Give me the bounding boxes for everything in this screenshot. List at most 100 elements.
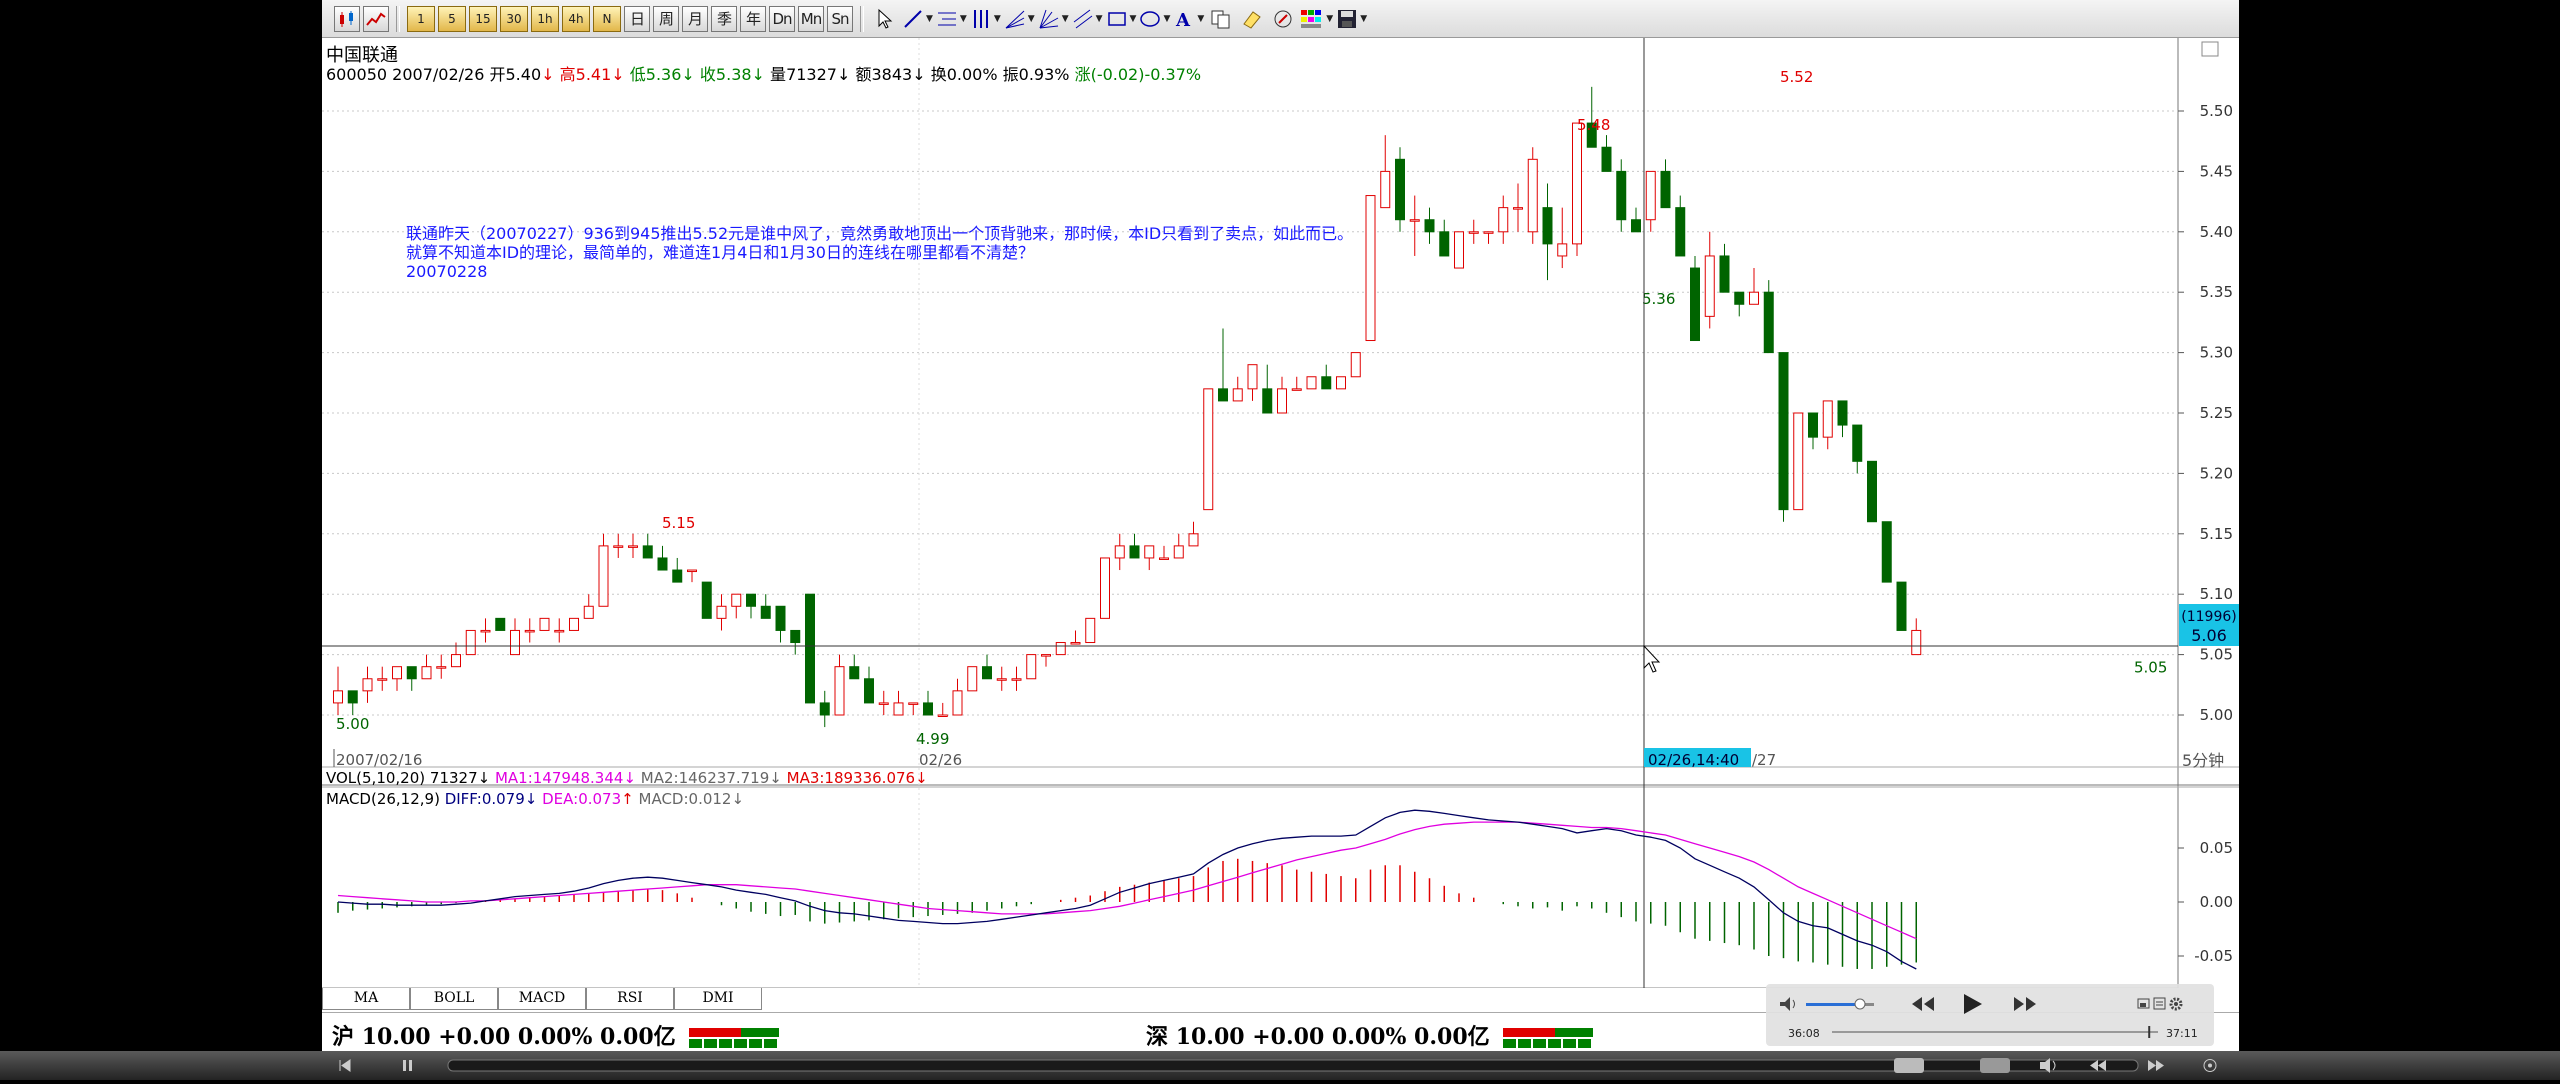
candle-body xyxy=(1100,557,1110,619)
sz-breadth-bars xyxy=(1503,1028,1594,1048)
period-30min-button[interactable]: 30 xyxy=(500,5,528,32)
arrow-down-icon: ↓ xyxy=(541,65,555,84)
period-quarter-button[interactable]: 季 xyxy=(711,5,737,32)
diff-line xyxy=(337,809,1917,970)
toolbar-separator xyxy=(396,5,400,32)
candle-body xyxy=(362,678,373,692)
period-week-button[interactable]: 周 xyxy=(653,5,679,32)
fast-forward-icon[interactable] xyxy=(2014,997,2036,1011)
candle-body xyxy=(1808,412,1818,438)
gann-fan-tool-icon[interactable]: ▼ xyxy=(1038,6,1069,32)
rewind-icon[interactable] xyxy=(1912,997,1934,1011)
price-annotation: 5.05 xyxy=(2134,659,2167,677)
amplitude-value: 0.93% xyxy=(1018,65,1070,84)
macd-tick-label: 0.00 xyxy=(2200,893,2233,911)
arrow-down-icon: ↓ xyxy=(751,65,765,84)
tab-ma[interactable]: MA xyxy=(322,988,410,1010)
line-chart-icon[interactable] xyxy=(363,5,389,32)
text-tool-icon[interactable]: A ▼ xyxy=(1173,6,1204,32)
palette-icon[interactable]: ▼ xyxy=(1300,6,1333,32)
candle-body xyxy=(746,593,756,607)
candlestick-chart-icon[interactable] xyxy=(334,5,360,32)
cursor-icon[interactable] xyxy=(871,6,899,32)
secondary-slider-thumb[interactable] xyxy=(1980,1058,2010,1073)
period-15min-button[interactable]: 15 xyxy=(469,5,497,32)
line-tool-icon[interactable]: ▼ xyxy=(902,6,933,32)
candle-body xyxy=(642,545,653,559)
period-day-button[interactable]: 日 xyxy=(624,5,650,32)
period-dn-button[interactable]: Dn xyxy=(769,5,795,32)
period-year-button[interactable]: 年 xyxy=(740,5,766,32)
player-seek-thumb[interactable] xyxy=(2148,1026,2151,1038)
period-1min-button[interactable]: 1 xyxy=(407,5,435,32)
candle-body xyxy=(1055,642,1066,656)
low-label: 低 xyxy=(629,65,646,84)
candle-body xyxy=(908,702,919,705)
rectangle-tool-icon[interactable]: ▼ xyxy=(1106,6,1136,32)
tab-macd[interactable]: MACD xyxy=(498,988,586,1010)
tab-boll[interactable]: BOLL xyxy=(410,988,498,1010)
vol-label: VOL(5,10,20) xyxy=(326,769,426,787)
macd-indicator-line: MACD(26,12,9) DIFF:0.079↓ DEA:0.073↑ MAC… xyxy=(326,790,745,808)
tab-dmi[interactable]: DMI xyxy=(674,988,762,1010)
fast-forward-icon[interactable] xyxy=(2148,1060,2164,1071)
candle-body xyxy=(1763,291,1774,354)
eraser-icon[interactable] xyxy=(1238,6,1266,32)
candle-body xyxy=(849,666,860,680)
brush-icon[interactable] xyxy=(1269,6,1297,32)
tab-rsi[interactable]: RSI xyxy=(586,988,674,1010)
play-icon[interactable] xyxy=(1964,994,1982,1014)
fullscreen-icon[interactable] xyxy=(2203,1059,2217,1072)
toolbar: 1 5 15 30 1h 4h N 日 周 月 季 年 Dn Mn Sn ▼ ▼… xyxy=(322,0,2239,38)
candle-body xyxy=(1498,207,1509,233)
arrow-down-icon: ↓ xyxy=(836,65,851,84)
close-value: 5.38 xyxy=(715,65,752,84)
volume-label: 量 xyxy=(770,65,787,84)
bottom-player-bar xyxy=(0,1051,2560,1080)
low-value: 5.36 xyxy=(645,65,682,84)
candle-body xyxy=(1616,170,1627,221)
ellipse-tool-icon[interactable]: ▼ xyxy=(1139,6,1170,32)
previous-icon[interactable] xyxy=(339,1059,351,1072)
sh-label: 沪 xyxy=(332,1024,355,1050)
arrow-down-icon: ↓ xyxy=(912,65,926,84)
period-4h-button[interactable]: 4h xyxy=(562,5,590,32)
macd-value: MACD:0.012 xyxy=(638,790,732,808)
period-custom-button[interactable]: N xyxy=(593,5,621,32)
horizontal-line-tool-icon[interactable]: ▼ xyxy=(936,6,967,32)
parallel-lines-tool-icon[interactable]: ▼ xyxy=(1072,6,1103,32)
period-month-button[interactable]: 月 xyxy=(682,5,708,32)
vertical-lines-tool-icon[interactable]: ▼ xyxy=(970,6,1001,32)
price-annotation: 5.00 xyxy=(336,715,369,733)
period-label[interactable]: 5分钟 xyxy=(2182,751,2224,770)
volume-slider-knob[interactable] xyxy=(1854,998,1866,1010)
copy-icon[interactable] xyxy=(1207,6,1235,32)
period-sn-button[interactable]: Sn xyxy=(827,5,853,32)
period-mn-button[interactable]: Mn xyxy=(798,5,824,32)
candle-body xyxy=(1336,376,1346,390)
candle-body xyxy=(1572,122,1582,245)
candle-body xyxy=(952,690,963,716)
player-seek-track[interactable] xyxy=(1832,1031,2158,1033)
main-seek-track[interactable] xyxy=(447,1059,2139,1072)
candle-body xyxy=(1837,400,1848,426)
price-annotation: 5.48 xyxy=(1577,116,1610,134)
candle-body xyxy=(1070,642,1081,645)
panel-layout-icon[interactable] xyxy=(2201,41,2219,57)
period-1h-button[interactable]: 1h xyxy=(531,5,559,32)
period-5min-button[interactable]: 5 xyxy=(438,5,466,32)
candle-body xyxy=(1424,219,1435,233)
price-annotation: 5.15 xyxy=(662,514,695,532)
save-icon[interactable]: ▼ xyxy=(1336,6,1367,32)
pause-icon[interactable] xyxy=(403,1060,412,1071)
macd-dea: DEA:0.073 xyxy=(542,790,622,808)
chart-canvas[interactable]: 5.50 5.45 5.40 5.35 5.30 5.25 5.20 5.15 5.10 5.05… xyxy=(322,38,2239,988)
minimize-icon[interactable] xyxy=(2137,998,2150,1009)
settings-gear-icon[interactable] xyxy=(2169,997,2183,1011)
volume-icon[interactable] xyxy=(1780,997,1795,1011)
candle-body xyxy=(1631,219,1641,233)
fan-tool-icon[interactable]: ▼ xyxy=(1004,6,1035,32)
main-seek-thumb[interactable] xyxy=(1894,1058,1924,1073)
player-total-time: 37:11 xyxy=(2166,1027,2198,1040)
playlist-icon[interactable] xyxy=(2153,997,2166,1010)
